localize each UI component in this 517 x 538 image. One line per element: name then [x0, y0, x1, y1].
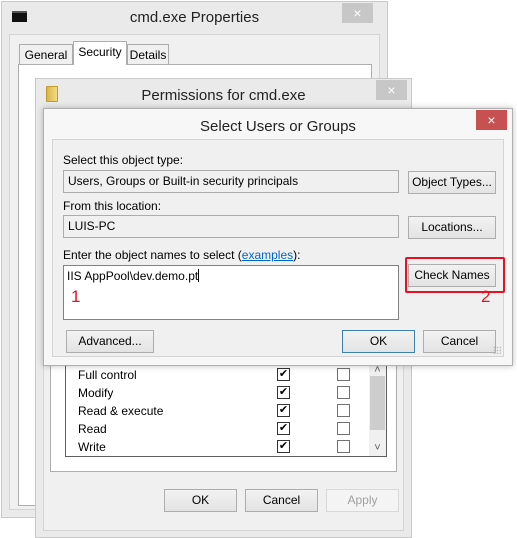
allow-checkbox[interactable]: ✔ [277, 404, 290, 417]
check-names-button[interactable]: Check Names [408, 264, 496, 287]
allow-checkbox[interactable]: ✔ [277, 386, 290, 399]
names-label: Enter the object names to select (exampl… [63, 248, 300, 262]
scroll-thumb[interactable] [370, 376, 385, 430]
names-label-prefix: Enter the object names to select ( [63, 248, 242, 262]
perm-row: Full control ✔ [66, 366, 366, 384]
perm-row: Modify ✔ [66, 384, 366, 402]
ok-button[interactable]: OK [342, 330, 415, 353]
cancel-button[interactable]: Cancel [245, 489, 318, 512]
perm-name: Write [78, 440, 106, 454]
location-field: LUIS-PC [63, 215, 399, 238]
scroll-down-icon[interactable]: ˅ [369, 442, 386, 456]
permissions-titlebar: Permissions for cmd.exe × [36, 79, 411, 109]
perm-row: Read & execute ✔ [66, 402, 366, 420]
tab-general-label: General [24, 48, 68, 62]
object-type-label: Select this object type: [63, 153, 184, 167]
deny-checkbox[interactable] [337, 368, 350, 381]
close-icon[interactable]: × [342, 3, 373, 23]
perm-name: Full control [78, 368, 137, 382]
apply-button[interactable]: Apply [326, 489, 399, 512]
deny-checkbox[interactable] [337, 404, 350, 417]
permissions-list: Full control ✔ Modify ✔ Read & execute ✔… [65, 361, 387, 457]
annotation-step-1: 1 [71, 287, 81, 306]
perm-name: Read [78, 422, 107, 436]
object-type-field: Users, Groups or Built-in security princ… [63, 170, 399, 193]
perm-row: Read ✔ [66, 420, 366, 438]
tab-security[interactable]: Security [73, 41, 127, 65]
object-names-input[interactable]: IIS AppPool\dev.demo.pt [63, 265, 399, 320]
location-label: From this location: [63, 199, 162, 213]
select-users-client: Select this object type: Users, Groups o… [52, 139, 505, 357]
locations-button[interactable]: Locations... [408, 216, 496, 239]
allow-checkbox[interactable]: ✔ [277, 368, 290, 381]
perm-row: Write ✔ [66, 438, 366, 456]
permissions-title: Permissions for cmd.exe [141, 87, 306, 104]
object-names-value: IIS AppPool\dev.demo.pt [67, 269, 199, 283]
resize-grip-icon[interactable] [493, 346, 501, 354]
annotation-step-2: 2 [481, 287, 491, 306]
tab-general[interactable]: General [19, 44, 73, 64]
close-icon[interactable]: × [476, 110, 507, 130]
perm-name: Modify [78, 386, 114, 400]
perm-name: Read & execute [78, 404, 164, 418]
tab-details[interactable]: Details [127, 44, 169, 64]
object-types-button[interactable]: Object Types... [408, 171, 496, 194]
text-cursor [198, 269, 200, 282]
examples-link[interactable]: examples [242, 248, 293, 262]
deny-checkbox[interactable] [337, 386, 350, 399]
select-users-title: Select Users or Groups [200, 118, 356, 135]
ok-button[interactable]: OK [164, 489, 237, 512]
deny-checkbox[interactable] [337, 440, 350, 453]
cancel-button[interactable]: Cancel [423, 330, 496, 353]
names-label-suffix: ): [293, 248, 301, 262]
allow-checkbox[interactable]: ✔ [277, 440, 290, 453]
deny-checkbox[interactable] [337, 422, 350, 435]
tab-details-label: Details [129, 48, 167, 62]
properties-title: cmd.exe Properties [129, 9, 260, 26]
select-users-window: Select Users or Groups × Select this obj… [43, 108, 513, 366]
advanced-button[interactable]: Advanced... [66, 330, 154, 353]
scrollbar[interactable]: ˄ ˅ [369, 362, 386, 456]
allow-checkbox[interactable]: ✔ [277, 422, 290, 435]
properties-titlebar: cmd.exe Properties × [2, 2, 387, 32]
close-icon[interactable]: × [376, 80, 407, 100]
select-users-titlebar: Select Users or Groups × [44, 109, 512, 139]
tab-security-label: Security [78, 45, 122, 59]
